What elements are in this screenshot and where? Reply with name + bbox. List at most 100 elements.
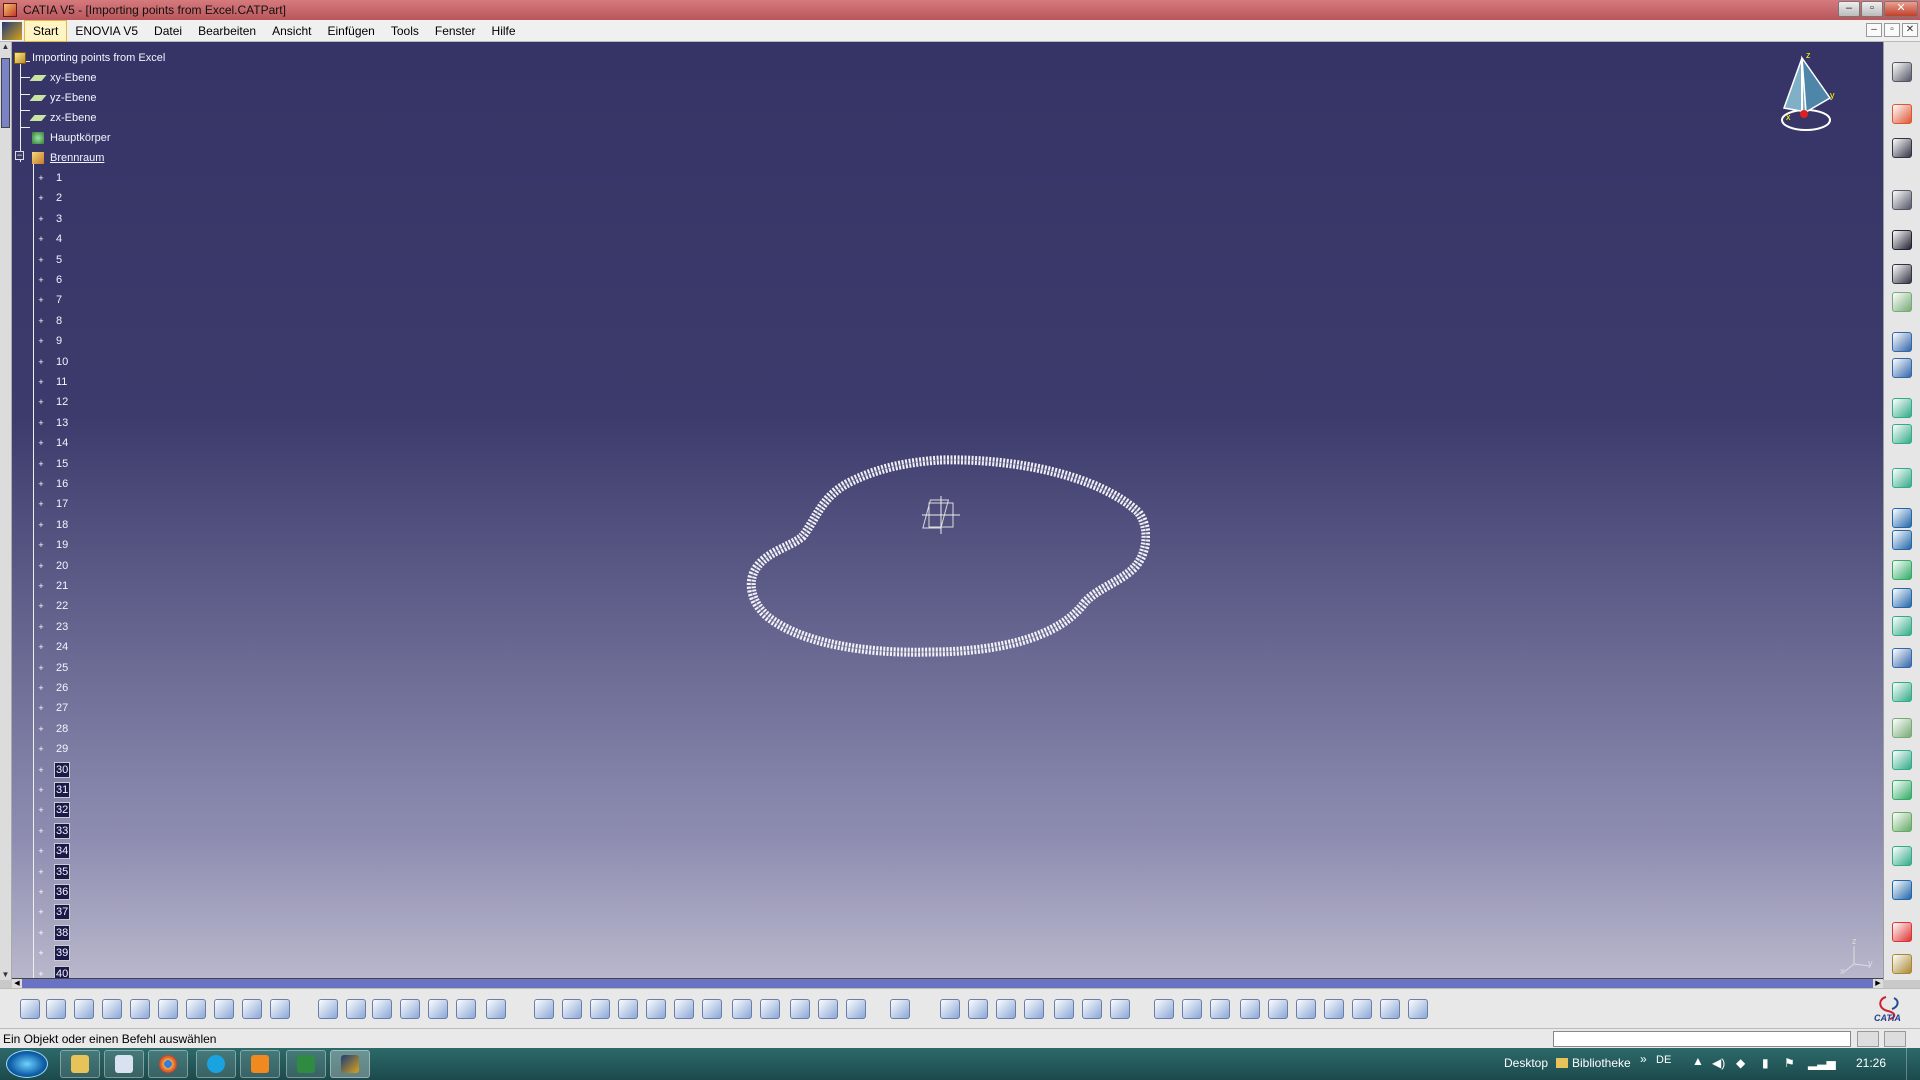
tree-item-point[interactable]: +16 — [36, 476, 70, 492]
tree-item-point[interactable]: +21 — [36, 578, 70, 594]
tree-item-point[interactable]: +28 — [36, 721, 70, 737]
tree-item-point[interactable]: +11 — [36, 374, 69, 390]
point-curve[interactable] — [730, 402, 1150, 672]
tree-item-point[interactable]: +35 — [36, 863, 71, 880]
right-tool-icon[interactable] — [1892, 718, 1912, 738]
scroll-thumb[interactable] — [1, 58, 10, 128]
right-tool-icon[interactable] — [1892, 648, 1912, 668]
tray-desktop[interactable]: Desktop — [1504, 1056, 1548, 1070]
right-tool-icon[interactable] — [1892, 468, 1912, 488]
right-tool-icon[interactable] — [1892, 780, 1912, 800]
right-tool-icon[interactable] — [1892, 264, 1912, 284]
minimize-button[interactable]: – — [1838, 1, 1860, 17]
right-tool-icon[interactable] — [1892, 812, 1912, 832]
bottom-tool-icon[interactable] — [1240, 999, 1260, 1019]
tray-show-hidden-icon[interactable]: ▲ — [1692, 1054, 1704, 1068]
tree-item-point[interactable]: +33 — [36, 822, 71, 839]
bottom-tool-icon[interactable] — [428, 999, 448, 1019]
bottom-tool-icon[interactable] — [1054, 999, 1074, 1019]
tree-item-point[interactable]: +8 — [36, 313, 64, 329]
compass[interactable]: z y x — [1772, 50, 1842, 140]
bottom-tool-icon[interactable] — [590, 999, 610, 1019]
bottom-tool-icon[interactable] — [242, 999, 262, 1019]
tree-item-point[interactable]: +6 — [36, 272, 64, 288]
bottom-tool-icon[interactable] — [760, 999, 780, 1019]
bottom-tool-icon[interactable] — [646, 999, 666, 1019]
bottom-tool-icon[interactable] — [486, 999, 506, 1019]
network-icon[interactable]: ▂▃▅ — [1808, 1056, 1836, 1070]
tree-item-point[interactable]: +17 — [36, 496, 70, 512]
menu-enovia[interactable]: ENOVIA V5 — [67, 21, 146, 41]
right-tool-icon[interactable] — [1892, 62, 1912, 82]
right-tool-icon[interactable] — [1892, 588, 1912, 608]
battery-icon[interactable]: ▮ — [1762, 1056, 1769, 1070]
bottom-tool-icon[interactable] — [400, 999, 420, 1019]
right-tool-icon[interactable] — [1892, 560, 1912, 580]
bottom-tool-icon[interactable] — [456, 999, 476, 1019]
right-tool-icon[interactable] — [1892, 508, 1912, 528]
tray-library[interactable]: Bibliotheke — [1556, 1056, 1631, 1070]
show-desktop-button[interactable] — [1906, 1048, 1920, 1080]
document-close-button[interactable]: ✕ — [1902, 23, 1918, 37]
security-icon[interactable]: ◆ — [1736, 1056, 1745, 1070]
tree-item-point[interactable]: +29 — [36, 741, 70, 757]
right-tool-icon[interactable] — [1892, 846, 1912, 866]
taskbar-media-player[interactable] — [240, 1050, 280, 1078]
maximize-button[interactable]: ▫ — [1861, 1, 1883, 17]
bottom-tool-icon[interactable] — [46, 999, 66, 1019]
scroll-right-arrow[interactable]: ▶ — [1873, 979, 1883, 988]
bottom-tool-icon[interactable] — [346, 999, 366, 1019]
tree-item-point[interactable]: +26 — [36, 680, 70, 696]
taskbar-skype[interactable] — [196, 1050, 236, 1078]
tree-item-point[interactable]: +23 — [36, 619, 70, 635]
tree-item-point[interactable]: +19 — [36, 537, 70, 553]
tree-item-point[interactable]: +18 — [36, 517, 70, 533]
bottom-tool-icon[interactable] — [1154, 999, 1174, 1019]
tray-clock[interactable]: 21:26 — [1856, 1056, 1886, 1070]
bottom-tool-icon[interactable] — [1352, 999, 1372, 1019]
bottom-tool-icon[interactable] — [102, 999, 122, 1019]
right-tool-icon[interactable] — [1892, 880, 1912, 900]
bottom-tool-icon[interactable] — [674, 999, 694, 1019]
document-restore-button[interactable]: ▫ — [1884, 23, 1900, 37]
bottom-tool-icon[interactable] — [1082, 999, 1102, 1019]
bottom-tool-icon[interactable] — [20, 999, 40, 1019]
tree-root[interactable]: Importing points from Excel — [14, 50, 167, 66]
tree-item-xy-plane[interactable]: xy-Ebene — [29, 70, 98, 86]
bottom-tool-icon[interactable] — [1296, 999, 1316, 1019]
tree-item-point[interactable]: +14 — [36, 435, 70, 451]
bottom-tool-icon[interactable] — [890, 999, 910, 1019]
bottom-tool-icon[interactable] — [130, 999, 150, 1019]
tree-item-point[interactable]: +32 — [36, 802, 71, 819]
tree-item-point[interactable]: +20 — [36, 558, 70, 574]
right-tool-icon[interactable] — [1892, 292, 1912, 312]
menu-ansicht[interactable]: Ansicht — [264, 21, 319, 41]
right-tool-icon[interactable] — [1892, 530, 1912, 550]
tree-item-point[interactable]: +38 — [36, 924, 71, 941]
right-tool-icon[interactable] — [1892, 922, 1912, 942]
menu-hilfe[interactable]: Hilfe — [484, 21, 524, 41]
taskbar-chrome[interactable] — [148, 1050, 188, 1078]
bottom-tool-icon[interactable] — [996, 999, 1016, 1019]
bottom-tool-icon[interactable] — [214, 999, 234, 1019]
right-tool-icon[interactable] — [1892, 616, 1912, 636]
bottom-tool-icon[interactable] — [702, 999, 722, 1019]
tree-item-point[interactable]: +7 — [36, 292, 64, 308]
tree-item-point[interactable]: +9 — [36, 333, 64, 349]
catia-app-icon[interactable] — [3, 3, 17, 17]
tree-item-point[interactable]: +39 — [36, 945, 71, 962]
scroll-left-arrow[interactable]: ◀ — [12, 979, 22, 988]
right-tool-icon[interactable] — [1892, 424, 1912, 444]
menu-einfuegen[interactable]: Einfügen — [319, 21, 382, 41]
menu-fenster[interactable]: Fenster — [427, 21, 484, 41]
command-button-2[interactable] — [1884, 1031, 1906, 1047]
tree-item-point[interactable]: +10 — [36, 354, 70, 370]
tree-item-point[interactable]: +15 — [36, 456, 70, 472]
tree-item-body[interactable]: Hauptkörper — [32, 130, 113, 146]
bottom-tool-icon[interactable] — [790, 999, 810, 1019]
tray-overflow-chevron[interactable]: » — [1640, 1052, 1647, 1066]
bottom-tool-icon[interactable] — [732, 999, 752, 1019]
bottom-tool-icon[interactable] — [186, 999, 206, 1019]
right-tool-icon[interactable] — [1892, 682, 1912, 702]
bottom-tool-icon[interactable] — [270, 999, 290, 1019]
